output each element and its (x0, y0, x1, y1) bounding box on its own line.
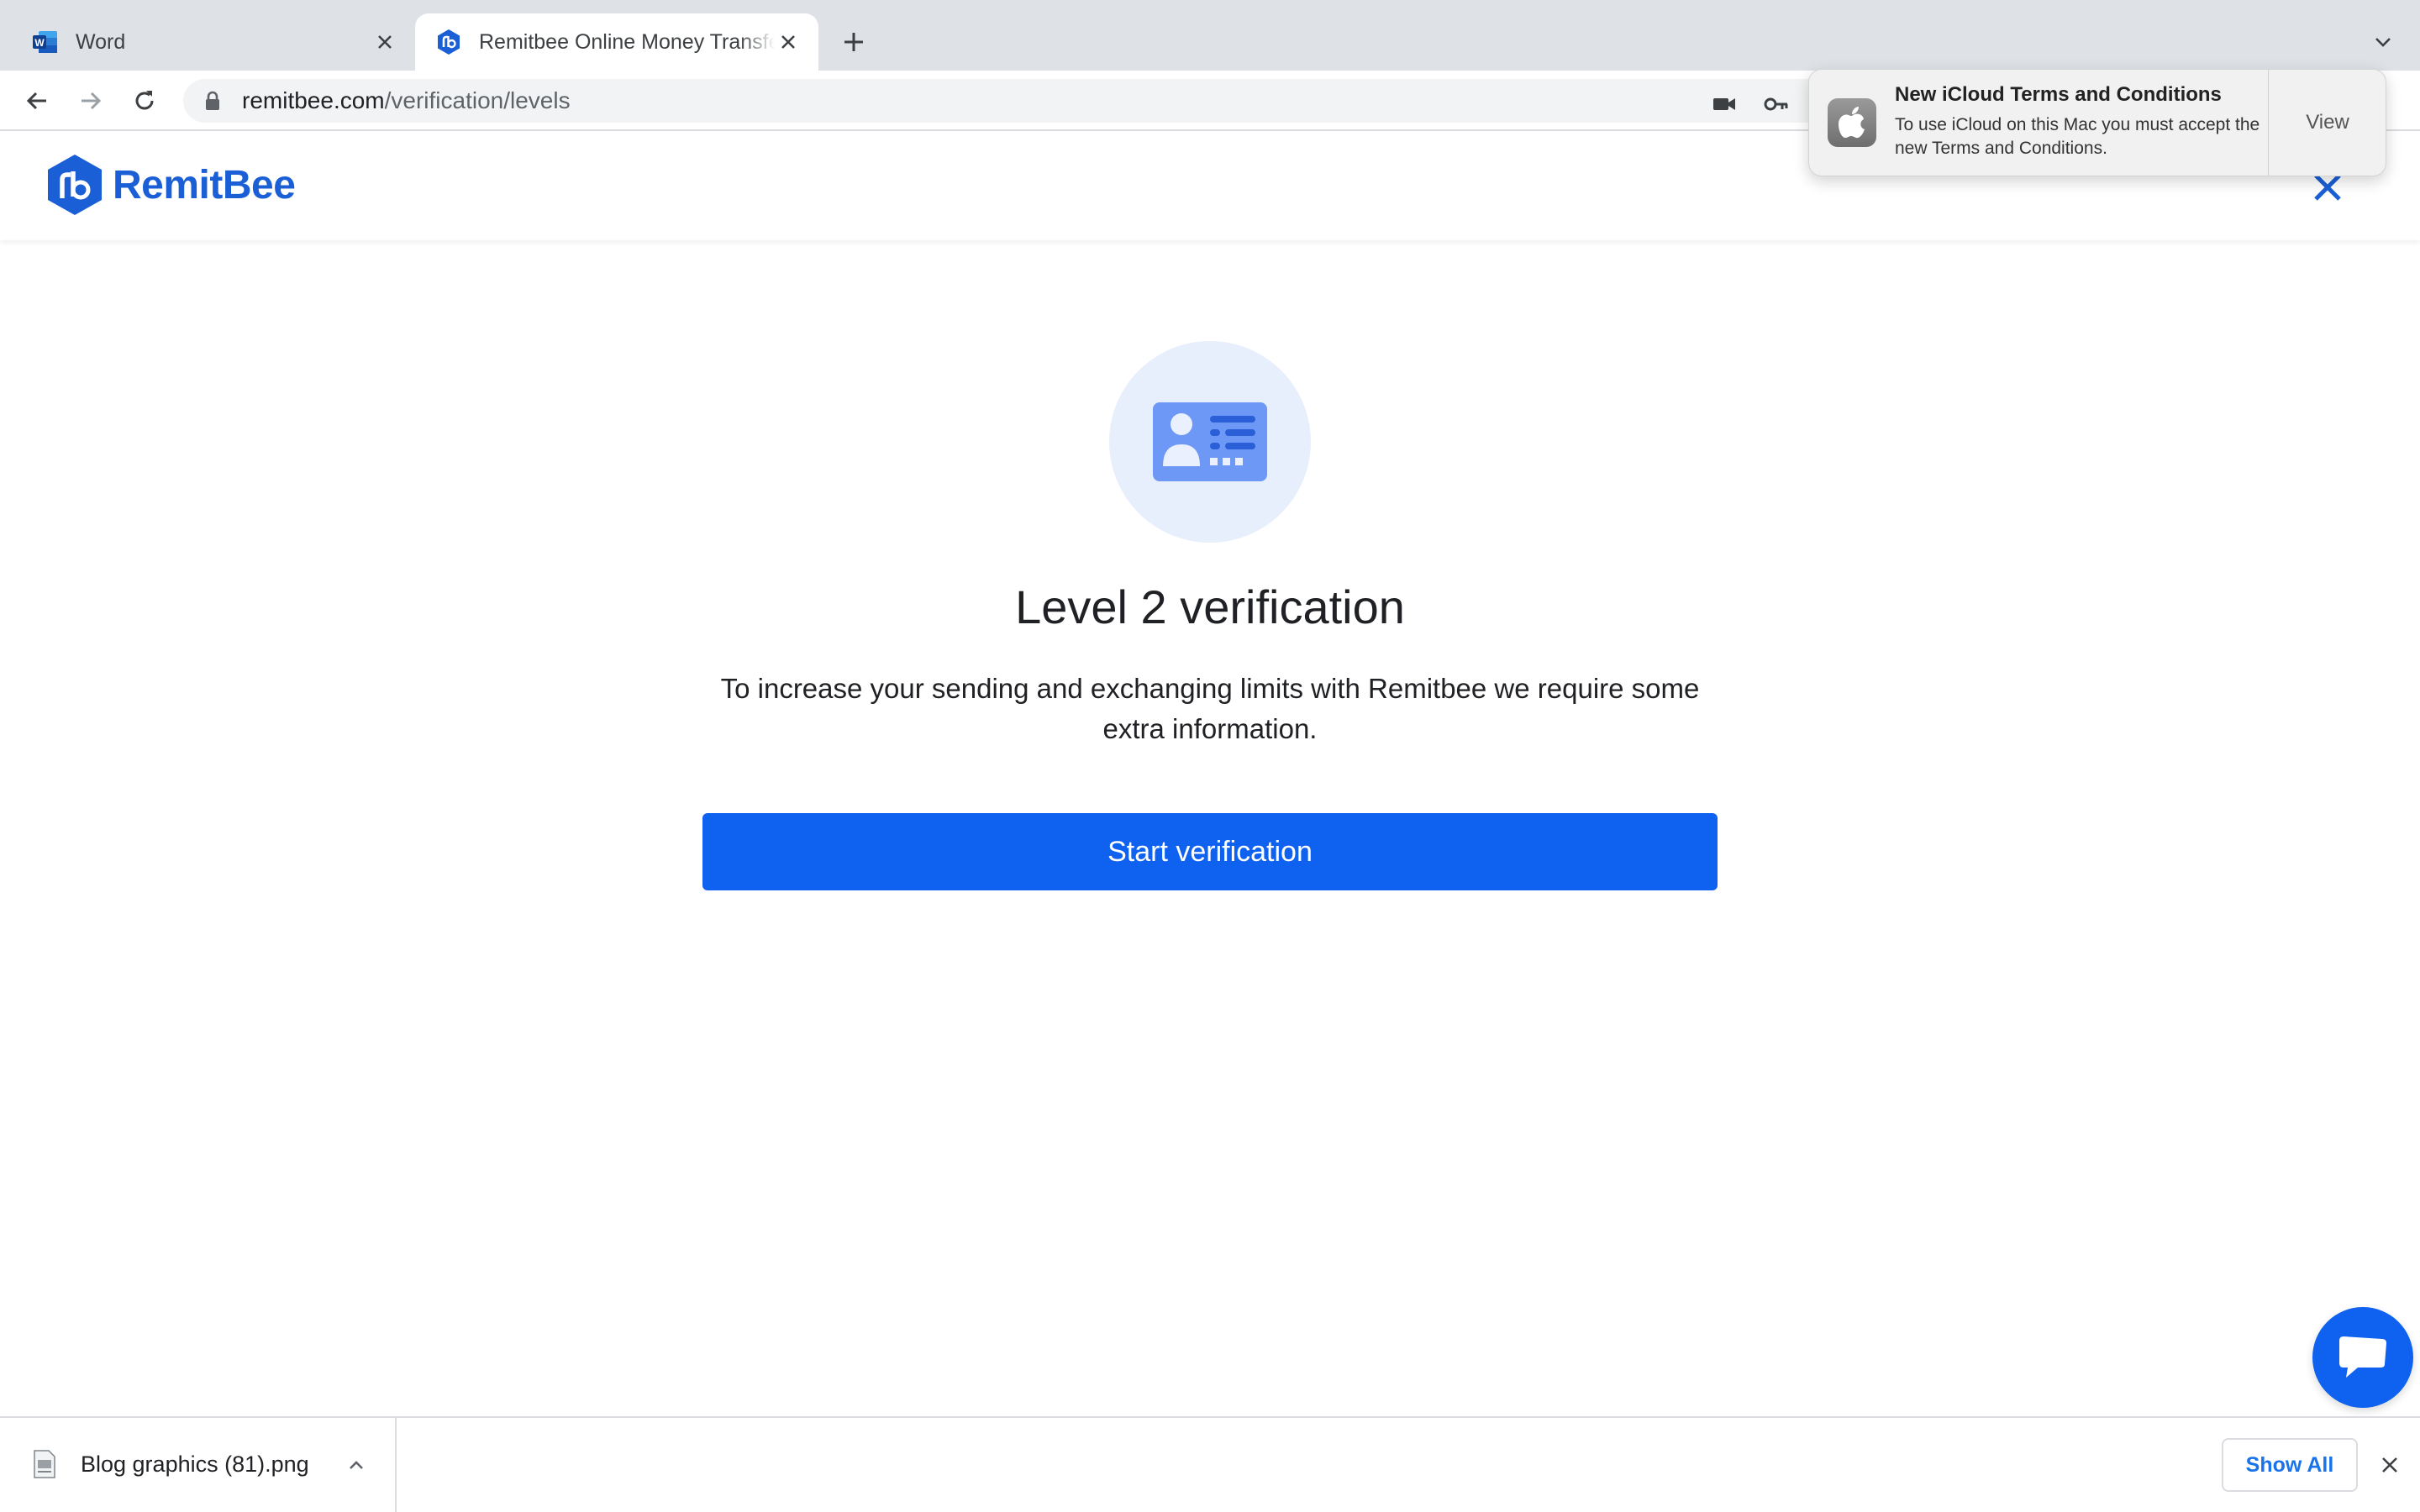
tab-word[interactable]: W Word (12, 13, 415, 71)
download-item[interactable]: Blog graphics (81).png (0, 1418, 397, 1512)
apple-icon (1828, 98, 1876, 147)
tab-title: Word (76, 29, 126, 54)
word-icon: W (32, 29, 59, 55)
tab-title: Remitbee Online Money Transfer (479, 29, 775, 54)
close-icon[interactable] (2375, 1450, 2405, 1480)
chat-icon (2339, 1336, 2386, 1378)
tab-strip: W Word Remitbee Online Money Transfer (0, 0, 2420, 71)
remitbee-icon (435, 29, 462, 55)
reload-icon[interactable] (128, 84, 161, 118)
url-path: /verification/levels (384, 87, 571, 113)
notification-body: To use iCloud on this Mac you must accep… (1895, 115, 2260, 158)
chevron-down-icon[interactable] (2366, 25, 2400, 59)
file-icon (34, 1450, 55, 1478)
forward-arrow-icon[interactable] (74, 84, 108, 118)
id-card-icon (1153, 402, 1267, 481)
id-card-illustration (1109, 341, 1311, 543)
start-verification-button[interactable]: Start verification (702, 813, 1718, 890)
tab-remitbee[interactable]: Remitbee Online Money Transfer (415, 13, 818, 71)
lock-icon[interactable] (202, 90, 224, 112)
close-icon[interactable] (371, 29, 398, 55)
icloud-notification[interactable]: New iCloud Terms and Conditions To use i… (1808, 69, 2386, 176)
camera-icon[interactable] (1711, 91, 1738, 118)
remitbee-logo[interactable]: RemitBee (45, 153, 296, 217)
svg-text:W: W (34, 37, 45, 49)
close-icon[interactable] (775, 29, 802, 55)
chat-widget-button[interactable] (2312, 1307, 2413, 1408)
new-tab-icon[interactable] (837, 25, 871, 59)
key-icon[interactable] (1763, 91, 1790, 118)
download-filename: Blog graphics (81).png (81, 1452, 309, 1477)
notification-view-button[interactable]: View (2269, 70, 2386, 176)
verification-description: To increase your sending and exchanging … (720, 673, 1700, 744)
back-arrow-icon[interactable] (20, 84, 54, 118)
download-bar: Blog graphics (81).png Show All (0, 1416, 2420, 1512)
chevron-up-icon[interactable] (343, 1452, 370, 1478)
notification-title: New iCloud Terms and Conditions (1895, 83, 2222, 106)
show-all-button[interactable]: Show All (2222, 1438, 2358, 1492)
remitbee-logo-icon (48, 155, 102, 215)
url-domain: remitbee.com (242, 87, 385, 113)
brand-name: RemitBee (113, 162, 296, 207)
url-text: remitbee.com/verification/levels (242, 87, 571, 114)
address-bar[interactable]: remitbee.com/verification/levels (183, 79, 1830, 123)
page-title: Level 2 verification (1015, 580, 1405, 633)
